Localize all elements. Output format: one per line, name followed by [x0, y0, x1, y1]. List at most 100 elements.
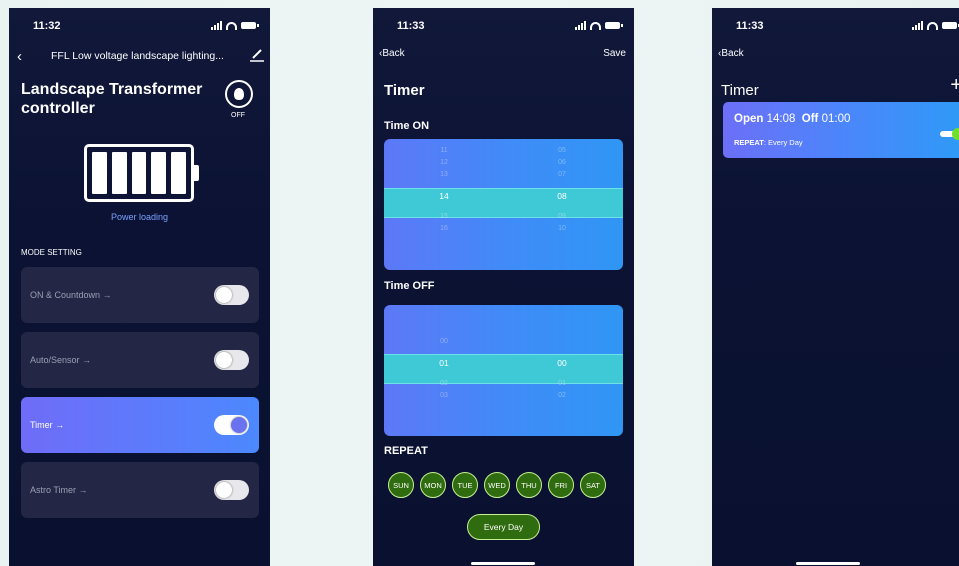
repeat-value: : Every Day	[763, 138, 803, 147]
mode-toggle[interactable]	[214, 480, 249, 500]
minute-wheel[interactable]: 00 01 02	[542, 305, 582, 402]
off-label: Off	[801, 113, 819, 125]
battery-status-icon	[241, 22, 259, 29]
time-on-label: Time ON	[384, 120, 430, 132]
day-fri[interactable]: FRI	[548, 472, 574, 498]
page-title: Landscape Transformer controller	[21, 81, 203, 117]
timer-entry[interactable]: Open 14:08 Off 01:00 REPEAT: Every Day	[723, 102, 959, 158]
status-icons	[211, 21, 259, 30]
status-bar: 11:33	[373, 20, 634, 36]
minute-option[interactable]: 05	[542, 145, 582, 157]
wifi-icon	[927, 21, 938, 30]
back-label: Back	[382, 48, 405, 59]
wifi-icon	[590, 21, 601, 30]
every-day-button[interactable]: Every Day	[467, 514, 540, 540]
wifi-icon	[226, 21, 237, 30]
hour-option[interactable]: 15	[424, 211, 464, 223]
minute-option[interactable]: 01	[542, 378, 582, 390]
hour-option[interactable]: 12	[424, 157, 464, 169]
minute-option[interactable]: 02	[542, 390, 582, 402]
hour-selected[interactable]: 01	[424, 348, 464, 378]
hour-option[interactable]: 00	[424, 336, 464, 348]
day-wed[interactable]: WED	[484, 472, 510, 498]
mode-card-timer[interactable]: Timer →	[21, 397, 259, 453]
day-sat[interactable]: SAT	[580, 472, 606, 498]
home-indicator	[796, 562, 860, 565]
mode-label: Auto/Sensor →	[30, 355, 92, 365]
battery-status-icon	[605, 22, 623, 29]
status-bar: 11:32	[9, 20, 270, 36]
bulb-state-label: OFF	[231, 112, 245, 119]
open-time: 14:08	[766, 113, 796, 125]
open-label: Open	[734, 113, 764, 125]
timer-enable-toggle[interactable]	[940, 128, 959, 140]
minute-selected[interactable]: 00	[542, 348, 582, 378]
device-name: FFL Low voltage landscape lighting...	[51, 50, 224, 62]
mode-toggle[interactable]	[214, 350, 249, 370]
status-bar: 11:33	[712, 20, 959, 36]
signal-icon	[211, 21, 222, 30]
phone-screen-mode-setting: 11:32 ‹ FFL Low voltage landscape lighti…	[9, 8, 270, 566]
back-button[interactable]: ‹Back	[718, 48, 744, 59]
status-time: 11:32	[33, 20, 61, 32]
day-tue[interactable]: TUE	[452, 472, 478, 498]
day-thu[interactable]: THU	[516, 472, 542, 498]
selection-band	[384, 354, 623, 384]
minute-option[interactable]: 06	[542, 157, 582, 169]
time-off-picker[interactable]: 00 01 02 03 00 01 02	[384, 305, 623, 436]
plus-icon[interactable]: +	[950, 74, 959, 97]
hour-option[interactable]: 16	[424, 223, 464, 235]
hour-option[interactable]: 13	[424, 169, 464, 181]
minute-option[interactable]: 10	[542, 223, 582, 235]
phone-screen-timer-list: 11:33 ‹Back Timer + Open 14:08 Off 01:00…	[712, 8, 959, 566]
time-on-picker[interactable]: 11 12 13 14 15 16 05 06 07 08 09 10	[384, 139, 623, 270]
mode-toggle[interactable]	[214, 285, 249, 305]
timer-times: Open 14:08 Off 01:00	[734, 113, 850, 125]
save-button[interactable]: Save	[603, 48, 626, 59]
hour-option[interactable]: 03	[424, 390, 464, 402]
mode-card-on-countdown[interactable]: ON & Countdown →	[21, 267, 259, 323]
status-icons	[912, 21, 959, 30]
minute-option[interactable]: 09	[542, 211, 582, 223]
day-selector: SUN MON TUE WED THU FRI SAT	[388, 472, 606, 498]
mode-label: ON & Countdown →	[30, 290, 112, 300]
status-icons	[575, 21, 623, 30]
back-chevron-icon[interactable]: ‹	[17, 48, 22, 65]
mode-toggle[interactable]	[214, 415, 249, 435]
mode-label: Astro Timer →	[30, 485, 88, 495]
day-sun[interactable]: SUN	[388, 472, 414, 498]
status-time: 11:33	[736, 20, 764, 32]
off-time: 01:00	[821, 113, 851, 125]
timer-repeat: REPEAT: Every Day	[734, 138, 803, 147]
signal-icon	[912, 21, 923, 30]
hour-selected[interactable]: 14	[424, 181, 464, 211]
mode-card-auto-sensor[interactable]: Auto/Sensor →	[21, 332, 259, 388]
signal-icon	[575, 21, 586, 30]
phone-screen-timer-edit: 11:33 ‹Back Save Timer Time ON 11 12 13 …	[373, 8, 634, 566]
mode-card-astro-timer[interactable]: Astro Timer →	[21, 462, 259, 518]
bulb-icon[interactable]	[225, 80, 253, 108]
day-mon[interactable]: MON	[420, 472, 446, 498]
battery-status-icon	[942, 22, 959, 29]
hour-option[interactable]: 02	[424, 378, 464, 390]
mode-label: Timer →	[30, 420, 65, 430]
repeat-label: REPEAT	[734, 138, 764, 147]
battery-icon	[84, 144, 199, 202]
hour-wheel[interactable]: 11 12 13 14 15 16	[424, 139, 464, 235]
time-off-label: Time OFF	[384, 280, 435, 292]
selection-band	[384, 188, 623, 218]
power-loading-label: Power loading	[110, 212, 169, 222]
minute-wheel[interactable]: 05 06 07 08 09 10	[542, 139, 582, 235]
section-label: MODE SETTING	[21, 248, 82, 257]
back-button[interactable]: ‹Back	[379, 48, 405, 59]
minute-option[interactable]: 07	[542, 169, 582, 181]
page-title: Timer	[721, 82, 759, 99]
hour-wheel[interactable]: 00 01 02 03	[424, 305, 464, 402]
home-indicator	[471, 562, 535, 565]
back-label: Back	[721, 48, 744, 59]
minute-selected[interactable]: 08	[542, 181, 582, 211]
status-time: 11:33	[397, 20, 425, 32]
edit-pen-icon[interactable]	[249, 48, 265, 62]
page-title: Timer	[384, 82, 425, 99]
hour-option[interactable]: 11	[424, 145, 464, 157]
